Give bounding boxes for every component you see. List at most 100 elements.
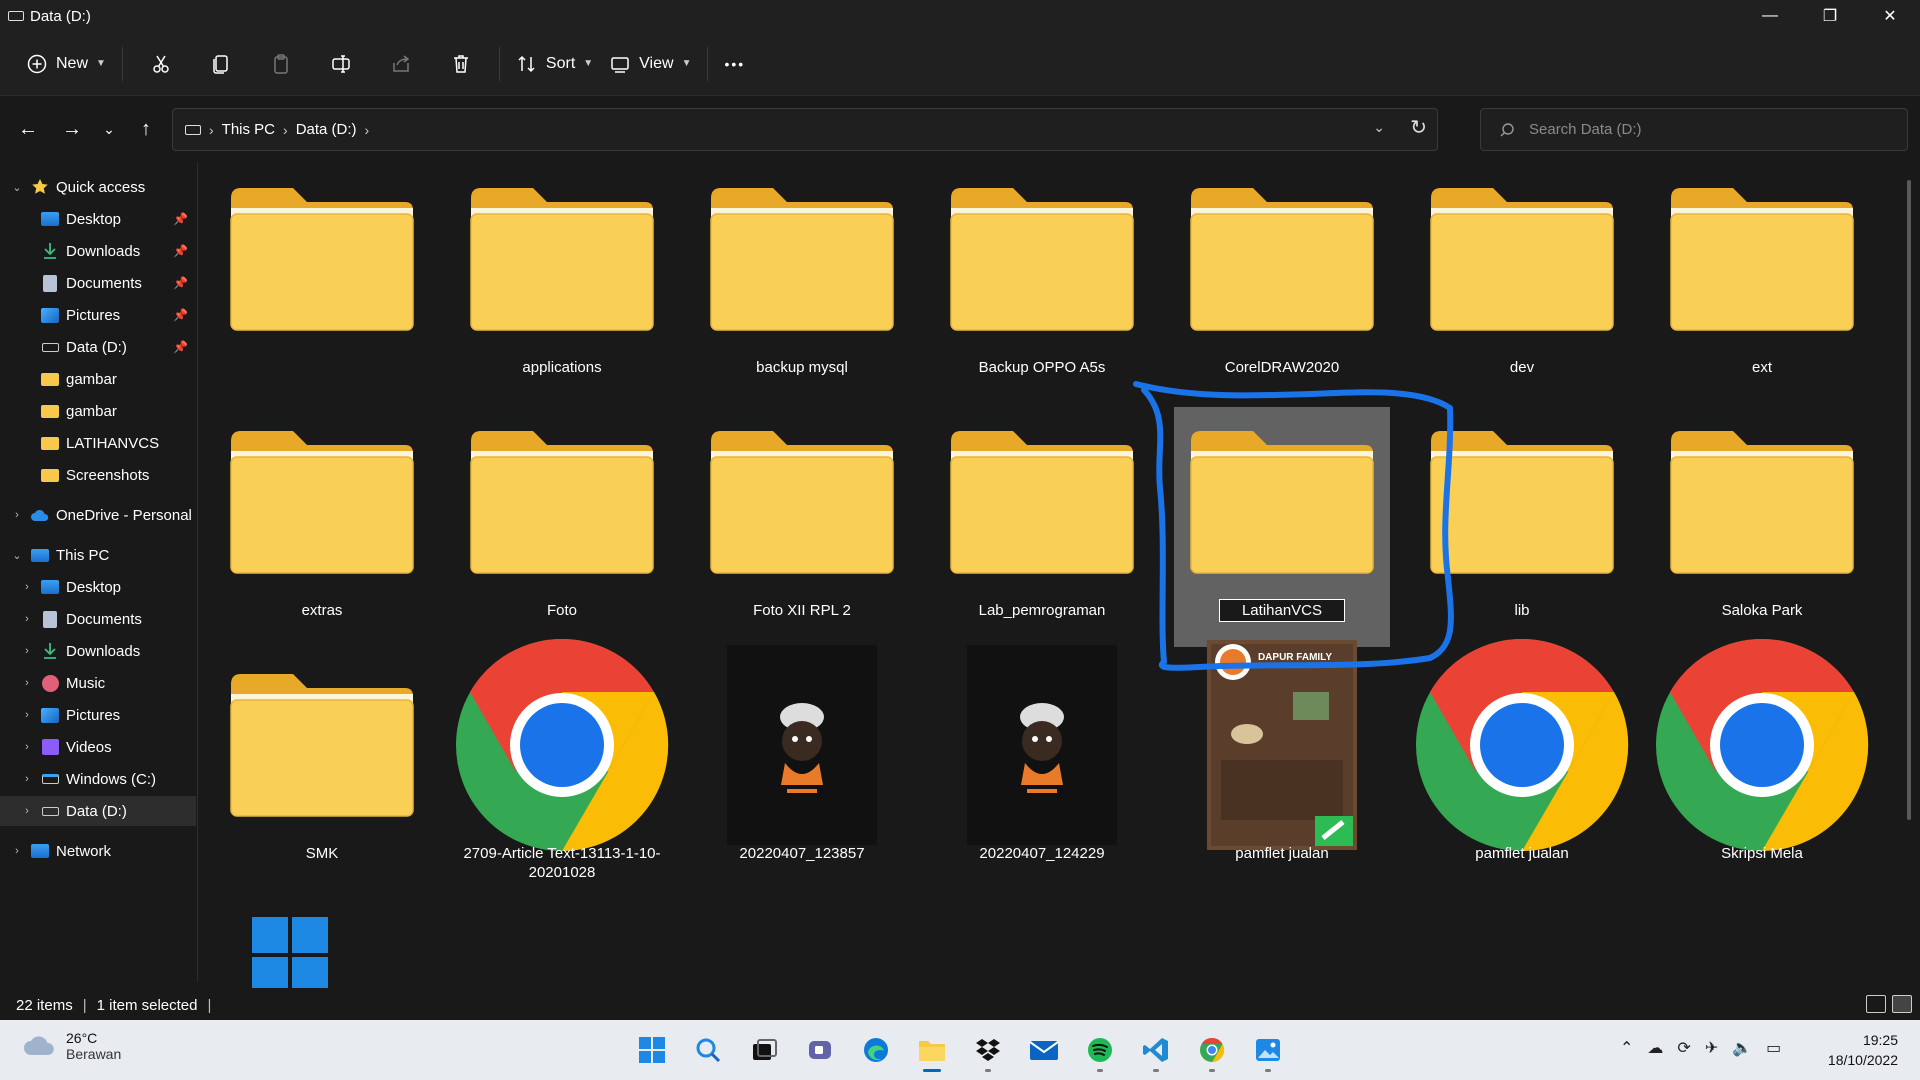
spotify-button[interactable] — [1078, 1028, 1122, 1072]
close-button[interactable]: ✕ — [1860, 0, 1920, 32]
breadcrumb-this-pc[interactable]: This PC — [222, 121, 275, 138]
chevron-right-icon[interactable]: › — [20, 677, 34, 689]
folder-item-backup-mysql[interactable]: backup mysql — [694, 164, 910, 404]
more-options-button[interactable]: ••• — [716, 44, 753, 84]
sidebar-this-pc[interactable]: ⌄ This PC — [0, 540, 196, 570]
sync-icon[interactable]: ⟳ — [1677, 1038, 1690, 1058]
restore-button[interactable]: ❐ — [1800, 0, 1860, 32]
file-item-pamflet-jualan[interactable]: pamflet jualan — [1414, 638, 1630, 890]
folder-item-foto-xii-rpl-2[interactable]: Foto XII RPL 2 — [694, 407, 910, 647]
folder-item-latihanvcs[interactable]: LatihanVCS — [1174, 407, 1390, 647]
dropbox-button[interactable] — [966, 1028, 1010, 1072]
chevron-right-icon[interactable]: › — [20, 773, 34, 785]
paste-button[interactable] — [251, 44, 311, 84]
chevron-right-icon[interactable]: › — [20, 645, 34, 657]
sidebar-item-screenshots[interactable]: Screenshots — [0, 460, 196, 490]
copy-button[interactable] — [191, 44, 251, 84]
clock[interactable]: 19:25 18/10/2022 — [1828, 1030, 1898, 1070]
new-button[interactable]: New ▼ — [18, 44, 114, 84]
chevron-right-icon[interactable]: › — [10, 845, 24, 857]
file-item-2709-article-text-13113-1-10-20201028[interactable]: 2709-Article Text-13113-1-10-20201028 — [454, 638, 670, 890]
breadcrumb-chevron-icon[interactable]: › — [365, 122, 370, 138]
file-item-20220407-124229[interactable]: 20220407_124229 — [934, 645, 1150, 890]
folder-item-dev[interactable]: dev — [1414, 164, 1630, 404]
recent-locations-button[interactable]: ⌄ — [94, 109, 124, 149]
folder-item-applications[interactable]: applications — [454, 164, 670, 404]
sidebar-item-data-d[interactable]: Data (D:) 📌 — [0, 332, 196, 362]
share-button[interactable] — [371, 44, 431, 84]
sort-button[interactable]: Sort ▼ — [508, 44, 601, 84]
breadcrumb-chevron-icon[interactable]: › — [283, 122, 288, 138]
up-button[interactable]: ↑ — [124, 109, 168, 149]
search-box[interactable] — [1480, 108, 1908, 151]
weather-widget[interactable]: 26°C Berawan — [22, 1030, 121, 1062]
refresh-icon[interactable]: ↻ — [1410, 115, 1427, 140]
sidebar-pc-pictures[interactable]: › Pictures — [0, 700, 196, 730]
sidebar-pc-data-d[interactable]: › Data (D:) — [0, 796, 196, 826]
sidebar-item-gambar-2[interactable]: gambar — [0, 396, 196, 426]
folder-item-foto[interactable]: Foto — [454, 407, 670, 647]
chevron-right-icon[interactable]: › — [20, 613, 34, 625]
chevron-up-icon[interactable]: ⌃ — [1620, 1038, 1633, 1058]
sidebar-network[interactable]: › Network — [0, 836, 196, 866]
folder-item-lab-pemrograman[interactable]: Lab_pemrograman — [934, 407, 1150, 647]
onedrive-tray-icon[interactable]: ☁ — [1647, 1038, 1663, 1058]
sidebar-item-desktop[interactable]: Desktop 📌 — [0, 204, 196, 234]
folder-item-backup-oppo-a5s[interactable]: Backup OPPO A5s — [934, 164, 1150, 404]
file-item-skripsi-mela[interactable]: Skripsi Mela — [1654, 638, 1870, 890]
mail-button[interactable] — [1022, 1028, 1066, 1072]
breadcrumb-data-d[interactable]: Data (D:) — [296, 121, 357, 138]
sidebar-pc-windows-c[interactable]: › Windows (C:) — [0, 764, 196, 794]
file-item-20220407-123857[interactable]: 20220407_123857 — [694, 645, 910, 890]
edge-button[interactable] — [854, 1028, 898, 1072]
vscode-button[interactable] — [1134, 1028, 1178, 1072]
vertical-scrollbar[interactable] — [1907, 180, 1911, 820]
sidebar-pc-downloads[interactable]: › Downloads — [0, 636, 196, 666]
photos-button[interactable] — [1246, 1028, 1290, 1072]
chrome-button[interactable] — [1190, 1028, 1234, 1072]
chevron-right-icon[interactable]: › — [20, 805, 34, 817]
file-item-pamflet-jualan[interactable]: DAPUR FAMILY pamflet jualan — [1174, 640, 1390, 890]
address-dropdown-icon[interactable]: ⌄ — [1373, 119, 1385, 136]
address-bar[interactable]: › This PC › Data (D:) › ⌄ ↻ — [172, 108, 1438, 151]
airplane-mode-icon[interactable]: ✈ — [1705, 1038, 1718, 1058]
search-taskbar-button[interactable] — [686, 1028, 730, 1072]
chevron-down-icon[interactable]: ⌄ — [10, 549, 24, 562]
sidebar-pc-music[interactable]: › Music — [0, 668, 196, 698]
chevron-right-icon[interactable]: › — [20, 709, 34, 721]
chevron-down-icon[interactable]: ⌄ — [10, 181, 24, 194]
view-button[interactable]: View ▼ — [601, 44, 699, 84]
sidebar-item-documents[interactable]: Documents 📌 — [0, 268, 196, 298]
sidebar-pc-documents[interactable]: › Documents — [0, 604, 196, 634]
chevron-right-icon[interactable]: › — [20, 581, 34, 593]
breadcrumb-chevron-icon[interactable]: › — [209, 122, 214, 138]
file-explorer-button[interactable] — [910, 1028, 954, 1072]
teams-chat-button[interactable] — [798, 1028, 842, 1072]
search-input[interactable] — [1529, 121, 1889, 138]
sidebar-item-gambar[interactable]: gambar — [0, 364, 196, 394]
cut-button[interactable] — [131, 44, 191, 84]
volume-icon[interactable]: 🔈 — [1732, 1038, 1752, 1058]
chevron-right-icon[interactable]: › — [10, 509, 24, 521]
details-view-icon[interactable] — [1866, 995, 1886, 1013]
file-name-text[interactable]: LatihanVCS — [1218, 599, 1346, 622]
folder-item-coreldraw2020[interactable]: CorelDRAW2020 — [1174, 164, 1390, 404]
sidebar-item-downloads[interactable]: Downloads 📌 — [0, 236, 196, 266]
forward-button[interactable]: → — [50, 109, 94, 149]
chevron-right-icon[interactable]: › — [20, 741, 34, 753]
rename-button[interactable] — [311, 44, 371, 84]
sidebar-item-latihanvcs[interactable]: LATIHANVCS — [0, 428, 196, 458]
sidebar-item-pictures[interactable]: Pictures 📌 — [0, 300, 196, 330]
folder-item-folder[interactable] — [214, 164, 430, 404]
sidebar-pc-desktop[interactable]: › Desktop — [0, 572, 196, 602]
folder-item-lib[interactable]: lib — [1414, 407, 1630, 647]
back-button[interactable]: ← — [6, 109, 50, 149]
folder-item-smk[interactable]: SMK — [214, 650, 430, 890]
battery-icon[interactable]: ▭ — [1766, 1038, 1781, 1058]
folder-item-ext[interactable]: ext — [1654, 164, 1870, 404]
start-button[interactable] — [630, 1028, 674, 1072]
folder-item-extras[interactable]: extras — [214, 407, 430, 647]
file-item-windows-logo[interactable] — [214, 893, 430, 988]
tiles-view-icon[interactable] — [1892, 995, 1912, 1013]
minimize-button[interactable]: — — [1740, 0, 1800, 32]
